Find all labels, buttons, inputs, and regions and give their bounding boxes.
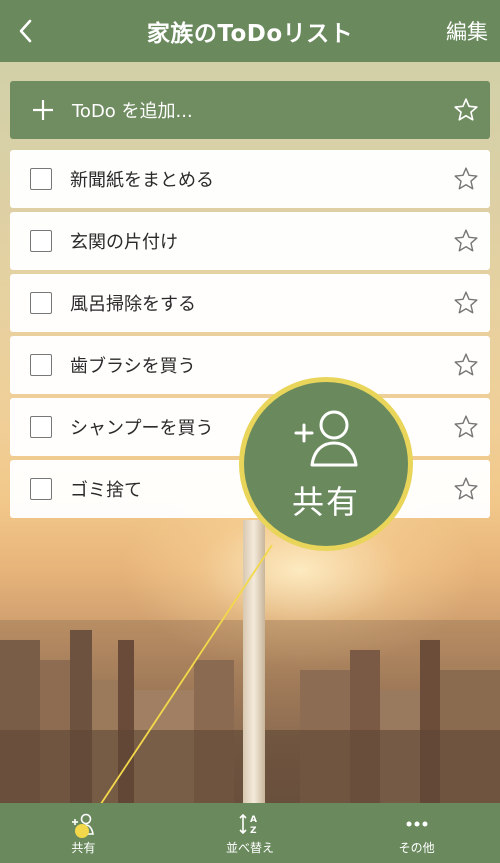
star-icon[interactable] <box>446 460 486 518</box>
svg-text:Z: Z <box>250 826 257 836</box>
page-title: 家族のToDoリスト <box>146 21 354 47</box>
task-checkbox[interactable] <box>30 478 52 500</box>
task-row[interactable]: 風呂掃除をする <box>10 274 490 332</box>
sort-button[interactable]: A Z 並べ替え <box>180 803 320 863</box>
task-text: 新聞紙をまとめる <box>70 170 214 191</box>
task-text: 風呂掃除をする <box>70 294 196 315</box>
back-chevron-icon <box>19 19 32 43</box>
add-person-icon <box>294 410 358 467</box>
add-todo-label: ToDo を追加... <box>72 101 193 122</box>
more-button[interactable]: その他 <box>347 803 487 863</box>
star-icon[interactable] <box>446 150 486 208</box>
task-row[interactable]: 玄関の片付け <box>10 212 490 270</box>
sort-az-icon: A Z <box>239 813 257 836</box>
tv-tower <box>243 520 265 820</box>
task-text: 玄関の片付け <box>70 232 178 253</box>
more-dots-icon <box>406 821 428 826</box>
task-row[interactable]: 新聞紙をまとめる <box>10 150 490 208</box>
task-checkbox[interactable] <box>30 168 52 190</box>
plus-icon <box>18 81 68 139</box>
top-bar: 家族のToDoリスト 編集 <box>0 0 500 62</box>
task-checkbox[interactable] <box>30 354 52 376</box>
task-checkbox[interactable] <box>30 292 52 314</box>
task-checkbox[interactable] <box>30 230 52 252</box>
share-callout: 共有 <box>239 377 413 551</box>
task-text: 歯ブラシを買う <box>70 356 196 377</box>
task-checkbox[interactable] <box>30 416 52 438</box>
add-todo-row[interactable]: ToDo を追加... <box>10 81 490 139</box>
callout-label: 共有 <box>291 483 360 521</box>
svg-text:A: A <box>250 815 257 825</box>
share-label: 共有 <box>71 840 96 855</box>
sort-label: 並べ替え <box>225 840 274 855</box>
edit-button[interactable]: 編集 <box>446 16 488 46</box>
task-row[interactable]: 歯ブラシを買う <box>10 336 490 394</box>
more-label: その他 <box>398 840 435 855</box>
star-icon[interactable] <box>446 274 486 332</box>
star-icon[interactable] <box>446 398 486 456</box>
star-icon[interactable] <box>446 336 486 394</box>
star-icon[interactable] <box>446 212 486 270</box>
star-icon[interactable] <box>446 81 486 139</box>
highlight-dot <box>75 824 89 838</box>
back-button[interactable] <box>10 14 40 48</box>
